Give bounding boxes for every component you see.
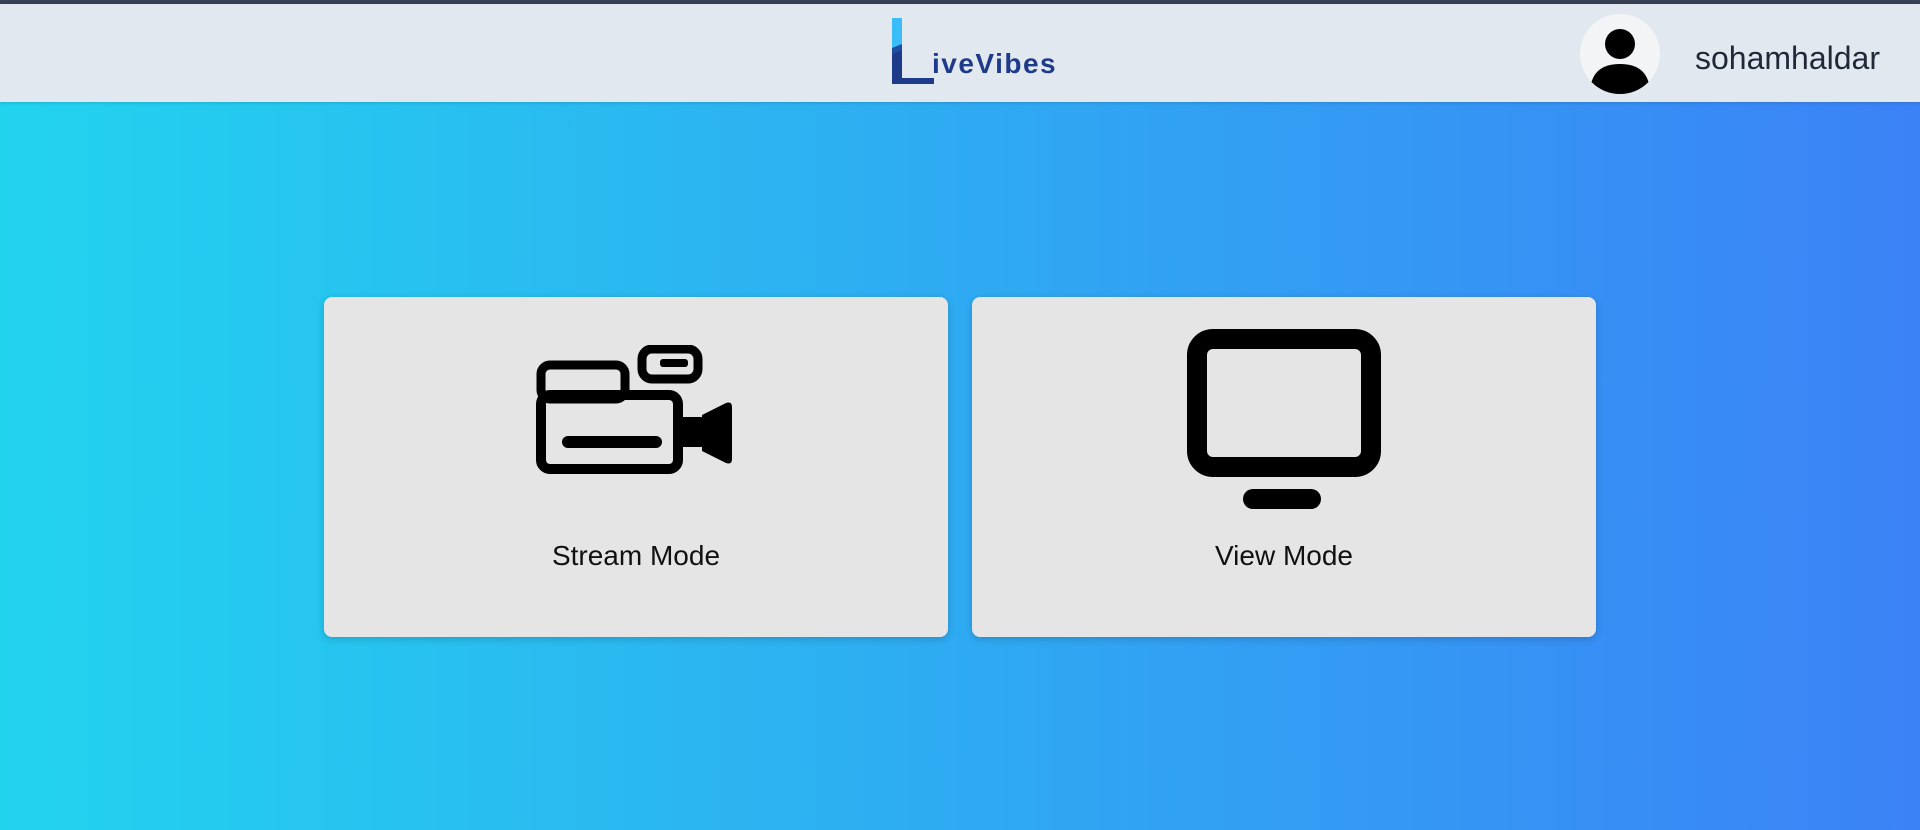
navbar: iveVibes sohamhaldar <box>0 4 1920 102</box>
avatar[interactable] <box>1580 14 1660 94</box>
video-camera-icon <box>536 345 732 474</box>
logo-text: iveVibes <box>932 48 1058 79</box>
user-icon <box>1590 29 1650 94</box>
stream-mode-label: Stream Mode <box>551 540 721 571</box>
view-mode-label: View Mode <box>1214 540 1353 571</box>
logo-l-icon <box>892 18 934 84</box>
view-mode-card[interactable]: View Mode <box>972 297 1596 637</box>
stream-mode-card[interactable]: Stream Mode <box>324 297 948 637</box>
username[interactable]: sohamhaldar <box>1695 38 1880 78</box>
app-logo[interactable]: iveVibes <box>888 14 1118 88</box>
monitor-icon <box>1187 329 1381 509</box>
